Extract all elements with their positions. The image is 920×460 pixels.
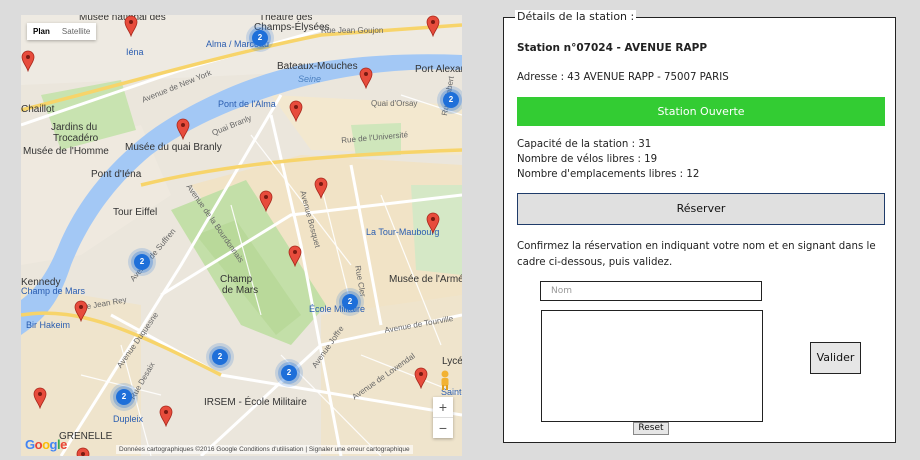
cluster-count: 2 bbox=[347, 297, 353, 306]
map-view[interactable]: Plan Satellite Musée national des Théâtre… bbox=[21, 15, 462, 456]
map-label: Bir Hakeim bbox=[26, 320, 71, 330]
station-marker-icon[interactable] bbox=[33, 387, 47, 410]
station-marker-icon[interactable] bbox=[259, 190, 273, 213]
station-marker-icon[interactable] bbox=[76, 447, 90, 456]
station-cluster-icon[interactable]: 2 bbox=[245, 23, 275, 53]
map-label: Champ bbox=[220, 274, 253, 285]
map-label: Trocadéro bbox=[53, 133, 99, 144]
station-address: Adresse : 43 AVENUE RAPP - 75007 PARIS bbox=[517, 72, 729, 83]
cluster-count: 2 bbox=[139, 257, 145, 266]
station-title: Station n°07024 - AVENUE RAPP bbox=[517, 42, 708, 54]
zoom-control: + − bbox=[433, 397, 453, 438]
station-marker-icon[interactable] bbox=[289, 100, 303, 123]
station-status-badge: Station Ouverte bbox=[517, 97, 885, 126]
map-label: Jardins du bbox=[51, 122, 98, 133]
station-marker-icon[interactable] bbox=[124, 15, 138, 38]
map-label: Tour Eiffel bbox=[113, 207, 158, 218]
map-label: Musée de l'Homme bbox=[23, 146, 109, 157]
station-cluster-icon[interactable]: 2 bbox=[205, 342, 235, 372]
map-type-control: Plan Satellite bbox=[27, 23, 97, 40]
map-label: Lycée bbox=[442, 356, 462, 367]
station-marker-icon[interactable] bbox=[314, 177, 328, 200]
google-logo: Google bbox=[25, 437, 67, 452]
cluster-count: 2 bbox=[257, 33, 263, 42]
signature-canvas[interactable] bbox=[541, 310, 763, 422]
map-label: Musée de l'Armée bbox=[389, 274, 462, 285]
reset-button[interactable]: Reset bbox=[633, 422, 669, 435]
bikes-available: Nombre de vélos libres : 19 bbox=[517, 154, 658, 165]
station-cluster-icon[interactable]: 2 bbox=[274, 358, 304, 388]
station-marker-icon[interactable] bbox=[359, 67, 373, 90]
map-label: Pont de l'Alma bbox=[218, 99, 276, 109]
name-input[interactable]: Nom bbox=[540, 281, 762, 301]
station-marker-icon[interactable] bbox=[74, 300, 88, 323]
station-cluster-icon[interactable]: 2 bbox=[109, 382, 139, 412]
map-label: Seine bbox=[298, 74, 322, 84]
map-label: Musée national des bbox=[79, 15, 166, 23]
map-label: Champ de Mars bbox=[21, 286, 86, 296]
station-marker-icon[interactable] bbox=[176, 118, 190, 141]
reserve-button[interactable]: Réserver bbox=[517, 193, 885, 225]
station-marker-icon[interactable] bbox=[426, 15, 440, 38]
cluster-count: 2 bbox=[286, 368, 292, 377]
map-label: Dupleix bbox=[113, 414, 144, 424]
instructions-line-2: cadre ci-dessous, puis validez. bbox=[517, 257, 673, 268]
station-cluster-icon[interactable]: 2 bbox=[127, 247, 157, 277]
map-label: de Mars bbox=[222, 285, 259, 296]
map-label: Quai d'Orsay bbox=[371, 99, 418, 108]
station-cluster-icon[interactable]: 2 bbox=[335, 287, 365, 317]
map-label: Rue Jean Goujon bbox=[321, 26, 384, 35]
panel-legend: Détails de la station : bbox=[515, 10, 637, 23]
zoom-out-button[interactable]: − bbox=[433, 418, 453, 438]
map-attribution[interactable]: Données cartographiques ©2016 Google Con… bbox=[116, 445, 413, 454]
station-capacity: Capacité de la station : 31 bbox=[517, 139, 652, 150]
map-label: Port Alexandre bbox=[415, 64, 462, 75]
cluster-count: 2 bbox=[448, 95, 454, 104]
map-label: IRSEM - École Militaire bbox=[204, 397, 307, 408]
instructions-line-1: Confirmez la réservation en indiquant vo… bbox=[517, 241, 876, 252]
station-marker-icon[interactable] bbox=[414, 367, 428, 390]
map-label: Musée du quai Branly bbox=[125, 142, 222, 153]
validate-button[interactable]: Valider bbox=[810, 342, 861, 374]
station-cluster-icon[interactable]: 2 bbox=[436, 85, 462, 115]
zoom-in-button[interactable]: + bbox=[433, 397, 453, 417]
map-label: Bateaux-Mouches bbox=[277, 61, 358, 72]
slots-available: Nombre d'emplacements libres : 12 bbox=[517, 169, 700, 180]
cluster-count: 2 bbox=[217, 352, 223, 361]
cluster-count: 2 bbox=[121, 392, 127, 401]
map-type-satellite[interactable]: Satellite bbox=[56, 23, 96, 40]
station-marker-icon[interactable] bbox=[426, 212, 440, 235]
map-type-plan[interactable]: Plan bbox=[27, 23, 56, 40]
station-marker-icon[interactable] bbox=[21, 50, 35, 73]
station-marker-icon[interactable] bbox=[288, 245, 302, 268]
map-label: Chaillot bbox=[21, 104, 55, 115]
map-label: GRENELLE bbox=[59, 431, 113, 442]
map-label: Iéna bbox=[126, 47, 144, 57]
map-label: Pont d'Iéna bbox=[91, 169, 142, 180]
station-marker-icon[interactable] bbox=[159, 405, 173, 428]
street-view-pegman-icon[interactable] bbox=[439, 370, 451, 390]
